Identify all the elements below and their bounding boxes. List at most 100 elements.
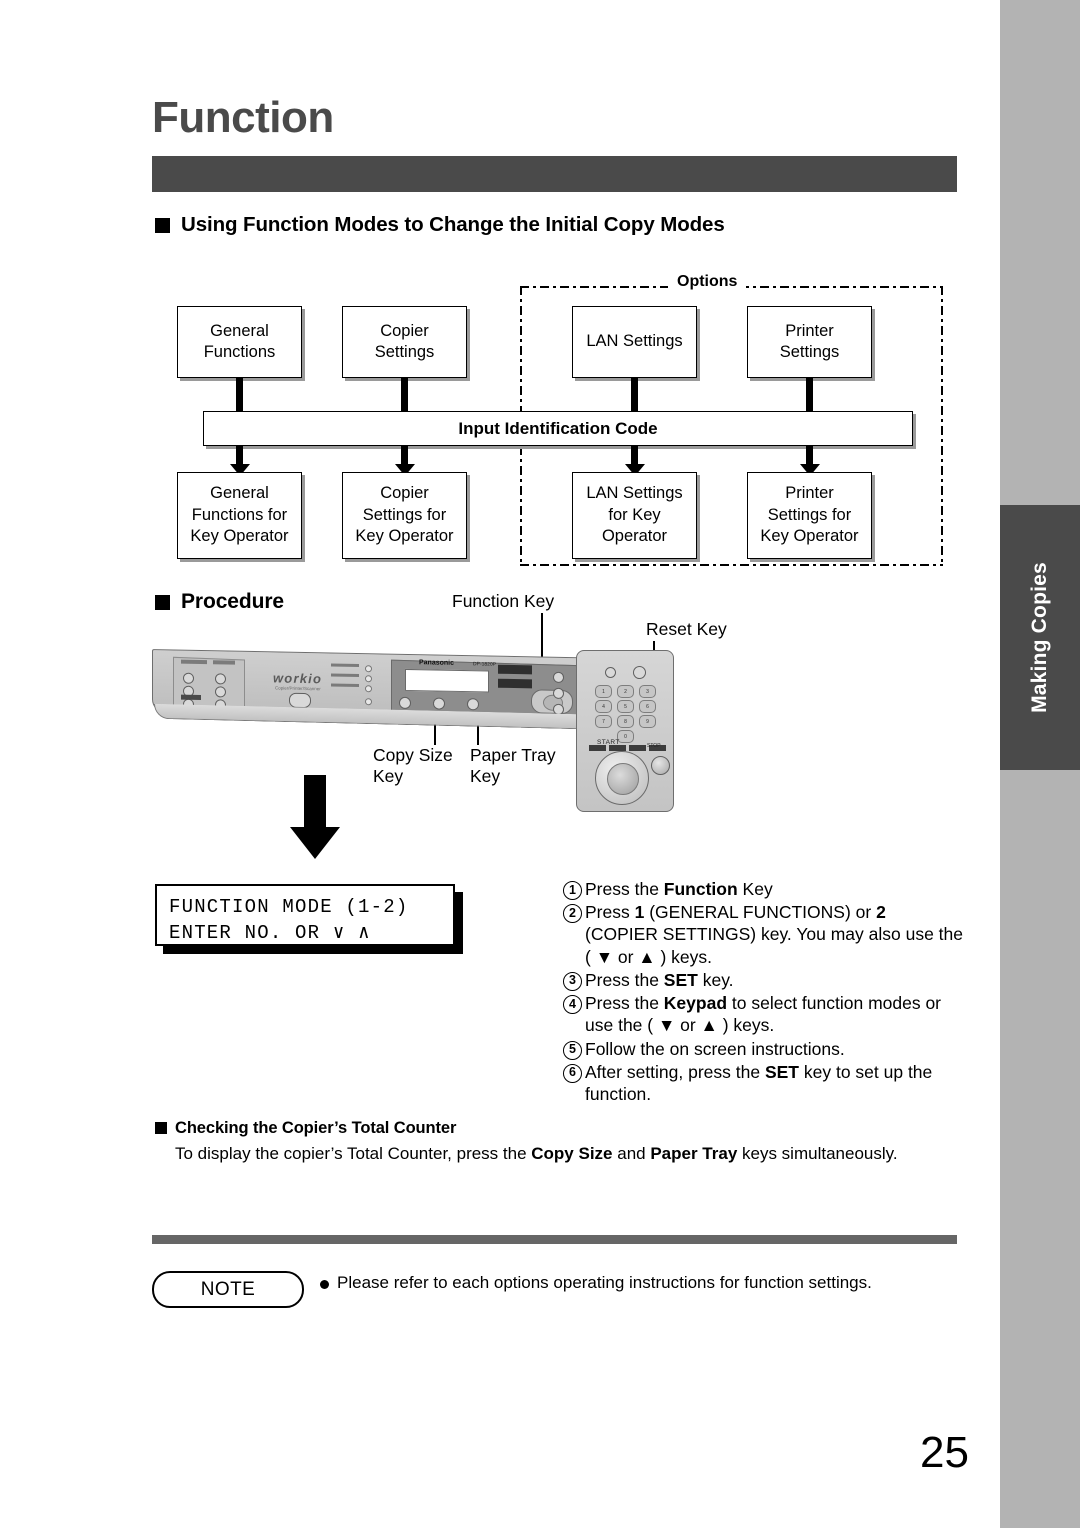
step-number: 5	[563, 1040, 582, 1060]
panel-knob	[183, 672, 194, 684]
flow-box-printer-settings: Printer Settings	[747, 306, 872, 378]
step-number: 4	[563, 995, 582, 1015]
lcd-line-2: ENTER NO. OR ∨ ∧	[169, 922, 371, 945]
panel-label-strip	[331, 663, 359, 668]
heading-procedure-label: Procedure	[181, 590, 284, 613]
note-bullet-icon	[320, 1280, 329, 1289]
flow-arrow-4	[799, 446, 820, 476]
note-badge: NOTE	[152, 1271, 304, 1308]
model-label: DP-1820P	[473, 661, 497, 668]
m1-key-strip[interactable]	[629, 745, 646, 751]
flow-connector-2	[401, 378, 408, 411]
flow-connector-4	[806, 378, 813, 411]
flow-box-copier-settings-key-operator: Copier Settings for Key Operator	[342, 472, 467, 559]
copier-control-panel-illustration: workio Copier/Printer/Scanner Panasonic …	[152, 649, 674, 815]
numkey-2[interactable]: 2	[617, 685, 634, 698]
panel-label-strip	[213, 660, 235, 665]
energy-saver-key[interactable]	[605, 667, 616, 678]
numkey-8[interactable]: 8	[617, 715, 634, 728]
print-button	[289, 692, 311, 709]
numkey-5[interactable]: 5	[617, 700, 634, 713]
step-number: 3	[563, 971, 582, 991]
manual-page: Making Copies Function Using Function Mo…	[0, 0, 1080, 1528]
panel-label-strip	[181, 659, 207, 665]
procedure-step: 4 Press the Keypad to select function mod…	[563, 992, 963, 1036]
counter-body-text: To display the copier’s Total Counter, p…	[175, 1144, 898, 1163]
step-text: Press 1 (GENERAL FUNCTIONS) or 2 (COPIER…	[585, 902, 964, 967]
panel-label-strip	[498, 664, 532, 675]
panel-label-strip	[181, 694, 201, 701]
workio-sublabel: Copier/Printer/Scanner	[275, 685, 321, 692]
step-text: Press the SET key.	[585, 969, 734, 990]
flow-box-general-functions: General Functions	[177, 306, 302, 378]
panel-label-strip	[331, 683, 359, 688]
start-label: START	[597, 739, 620, 746]
stop-button[interactable]	[651, 756, 670, 775]
flow-box-copier-settings: Copier Settings	[342, 306, 467, 378]
heading-procedure: Procedure	[155, 590, 284, 614]
panel-knob	[215, 686, 226, 698]
panel-keypad-cluster: 1 2 3 4 5 6 7 8 9 0 START STOP	[576, 650, 674, 812]
step-text: Press the Function Key	[585, 879, 773, 899]
callout-reset-key: Reset Key	[646, 619, 727, 639]
sidebar-tab-label: Making Copies	[1028, 562, 1051, 713]
numkey-1[interactable]: 1	[595, 685, 612, 698]
original-size-key	[399, 696, 411, 710]
numkey-6[interactable]: 6	[639, 700, 656, 713]
step-number: 6	[563, 1063, 582, 1083]
bullet-square-icon	[155, 218, 170, 233]
brand-label: Panasonic	[419, 659, 455, 667]
panel-led	[365, 698, 372, 706]
flow-bar-input-identification-code: Input Identification Code	[203, 411, 913, 446]
panel-lcd-display	[405, 668, 489, 693]
panel-label-strip	[498, 678, 532, 689]
procedure-step: 5 Follow the on screen instructions.	[563, 1038, 963, 1060]
numkey-3[interactable]: 3	[639, 685, 656, 698]
reset-key[interactable]	[633, 666, 646, 679]
heading-using-label: Using Function Modes to Change the Initi…	[181, 213, 725, 236]
function-key[interactable]	[553, 671, 564, 683]
numkey-9[interactable]: 9	[639, 715, 656, 728]
numkey-4[interactable]: 4	[595, 700, 612, 713]
start-button[interactable]	[595, 751, 649, 805]
set-key[interactable]	[553, 687, 564, 699]
title-underbar	[152, 156, 957, 192]
flow-box-lan-settings: LAN Settings	[572, 306, 697, 378]
page-title: Function	[152, 93, 334, 142]
page-number: 25	[920, 1428, 969, 1477]
sidebar-tab-making-copies: Making Copies	[1000, 505, 1080, 770]
start-button-inner	[607, 763, 639, 795]
flow-arrow-2	[394, 446, 415, 476]
flow-box-lan-settings-key-operator: LAN Settings for Key Operator	[572, 472, 697, 559]
step-number: 2	[563, 904, 582, 924]
callout-function-key: Function Key	[452, 591, 555, 611]
procedure-step: 3 Press the SET key.	[563, 969, 963, 991]
copy-size-key	[433, 697, 445, 710]
procedure-step: 1 Press the Function Key	[563, 878, 963, 900]
heading-counter-label: Checking the Copier’s Total Counter	[175, 1119, 457, 1137]
bullet-square-icon	[155, 595, 170, 610]
numkey-7[interactable]: 7	[595, 715, 612, 728]
panel-led	[365, 675, 372, 683]
step-text: Follow the on screen instructions.	[585, 1038, 845, 1059]
procedure-steps-list: 1 Press the Function Key 2 Press 1 (GENERAL…	[563, 878, 963, 1106]
function-modes-flowchart: Options General Functions Copier Setting…	[155, 268, 955, 568]
panel-label-strip	[331, 673, 359, 678]
lcd-readout: FUNCTION MODE (1-2) ENTER NO. OR ∨ ∧	[155, 884, 455, 946]
procedure-step: 2 Press 1 (GENERAL FUNCTIONS) or 2 (COPIE…	[563, 901, 963, 968]
procedure-step: 6 After setting, press the SET key to set…	[563, 1061, 963, 1105]
flow-box-general-functions-key-operator: General Functions for Key Operator	[177, 472, 302, 559]
heading-checking-total-counter: Checking the Copier’s Total Counter	[155, 1119, 456, 1138]
flow-arrow-1	[229, 446, 250, 476]
flow-arrow-3	[624, 446, 645, 476]
note-divider-rule	[152, 1235, 957, 1244]
stop-label: STOP	[647, 743, 661, 749]
note-text: Please refer to each options operating i…	[337, 1273, 872, 1292]
lcd-line-1: FUNCTION MODE (1-2)	[169, 896, 409, 918]
panel-knob	[215, 673, 226, 685]
workio-logo: workio	[273, 670, 323, 687]
step-number: 1	[563, 881, 582, 900]
flow-down-arrow-large	[290, 775, 340, 859]
panel-led	[365, 685, 372, 693]
heading-using-function-modes: Using Function Modes to Change the Initi…	[155, 213, 725, 237]
